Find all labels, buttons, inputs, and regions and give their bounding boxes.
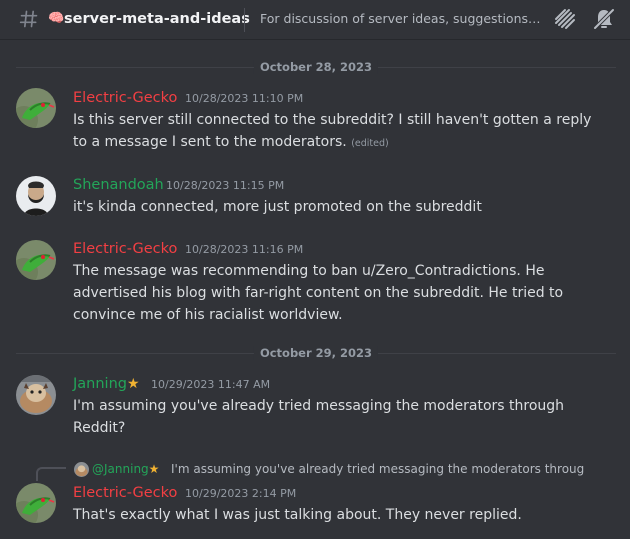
reply-connector xyxy=(36,467,66,481)
message-timestamp: 10/28/2023 11:10 PM xyxy=(185,92,304,105)
date-divider-label: October 28, 2023 xyxy=(253,60,379,74)
star-icon: ★ xyxy=(126,376,140,392)
mute-bell-icon[interactable] xyxy=(592,7,616,31)
date-divider: October 29, 2023 xyxy=(16,346,616,360)
threads-icon[interactable] xyxy=(553,7,577,31)
message-author[interactable]: Electric-Gecko xyxy=(73,89,177,107)
reply-author[interactable]: @Janning★ xyxy=(92,461,159,477)
message-text: Is this server still connected to the su… xyxy=(73,112,592,150)
date-divider: October 28, 2023 xyxy=(16,60,616,74)
message-text: it's kinda connected, more just promoted… xyxy=(73,199,482,215)
channel-header: 🧠 server-meta-and-ideas For discussion o… xyxy=(0,0,630,40)
message-text: The message was recommending to ban u/Ze… xyxy=(73,263,564,323)
star-icon: ★ xyxy=(148,462,160,476)
avatar[interactable] xyxy=(16,240,56,280)
avatar[interactable] xyxy=(16,176,56,216)
message-author[interactable]: Janning★ xyxy=(73,375,140,393)
message-content: Is this server still connected to the su… xyxy=(73,109,593,155)
date-divider-label: October 29, 2023 xyxy=(253,346,379,360)
channel-name: server-meta-and-ideas xyxy=(64,11,250,27)
message-author[interactable]: Shenandoah xyxy=(73,176,164,194)
message-author[interactable]: Electric-Gecko xyxy=(73,240,177,258)
message-content: I'm assuming you've already tried messag… xyxy=(73,395,593,439)
message-timestamp: 10/29/2023 11:47 AM xyxy=(151,378,271,391)
header-divider xyxy=(244,8,245,32)
message-author[interactable]: Electric-Gecko xyxy=(73,484,177,502)
edited-label: (edited) xyxy=(351,138,389,149)
message-content: That's exactly what I was just talking a… xyxy=(73,504,593,526)
message-content: it's kinda connected, more just promoted… xyxy=(73,196,593,218)
brain-icon: 🧠 xyxy=(48,11,65,26)
avatar[interactable] xyxy=(16,88,56,128)
channel-topic[interactable]: For discussion of server ideas, suggesti… xyxy=(260,11,542,27)
author-name: Janning xyxy=(73,376,127,392)
message-timestamp: 10/28/2023 11:16 PM xyxy=(185,243,304,256)
message-timestamp: 10/28/2023 11:15 PM xyxy=(166,179,285,192)
reply-preview[interactable]: I'm assuming you've already tried messag… xyxy=(171,461,585,477)
hash-icon xyxy=(19,10,38,28)
avatar[interactable] xyxy=(16,375,56,415)
reply-avatar[interactable] xyxy=(74,462,89,477)
reply-author-name: @Janning xyxy=(92,462,149,476)
message-timestamp: 10/29/2023 2:14 PM xyxy=(185,487,297,500)
message-content: The message was recommending to ban u/Ze… xyxy=(73,260,593,326)
message-text: I'm assuming you've already tried messag… xyxy=(73,398,565,436)
avatar[interactable] xyxy=(16,483,56,523)
message-text: That's exactly what I was just talking a… xyxy=(73,507,522,523)
